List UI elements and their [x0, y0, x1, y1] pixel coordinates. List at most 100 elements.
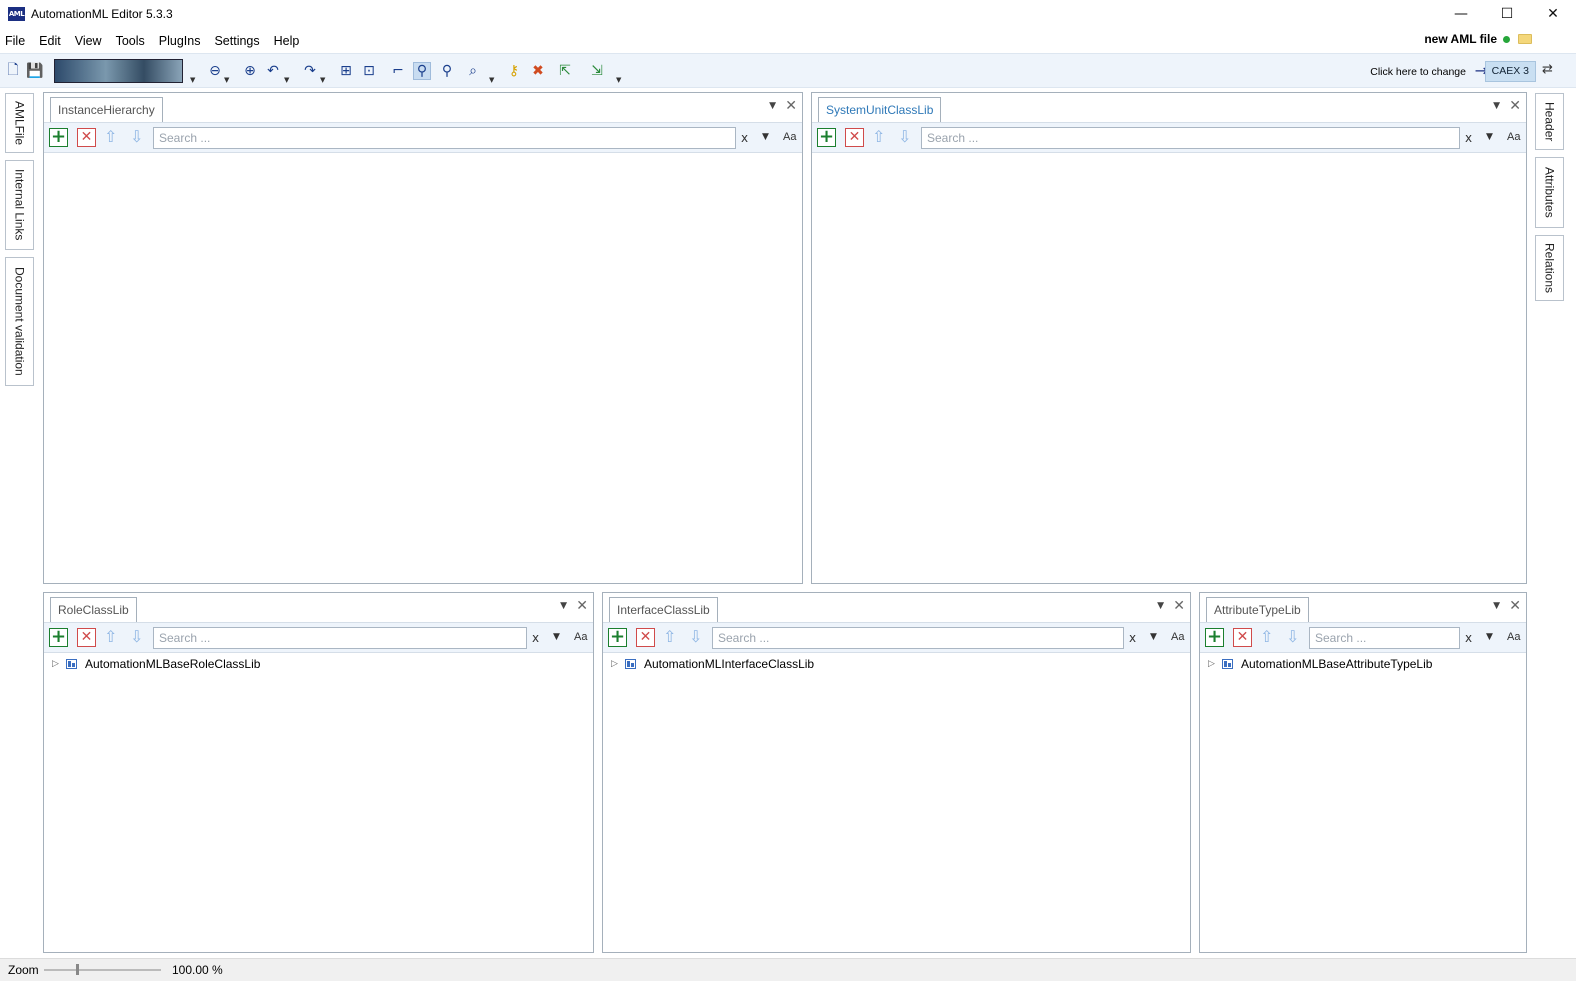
menu-settings[interactable]: Settings: [208, 34, 267, 48]
add-element-icon[interactable]: +: [608, 628, 627, 647]
close-window-button[interactable]: ✕: [1530, 0, 1576, 28]
move-up-icon[interactable]: ⇧: [104, 627, 117, 646]
panel-menu-dropdown-icon[interactable]: ▼: [1493, 101, 1500, 111]
match-case-button[interactable]: Aa: [783, 131, 796, 143]
settings-switch-icon[interactable]: ⇄: [1542, 62, 1558, 78]
undo-dropdown-icon[interactable]: ▼: [284, 76, 289, 84]
clear-search-button[interactable]: x: [741, 131, 748, 145]
search-document-icon[interactable]: ⌕: [464, 62, 482, 80]
match-case-button[interactable]: Aa: [574, 631, 587, 643]
layout-grid-icon[interactable]: ⊞: [337, 62, 355, 80]
filter-icon[interactable]: ⚲: [438, 62, 456, 80]
delete-element-icon[interactable]: ✕: [636, 628, 655, 647]
redo-dropdown-icon[interactable]: ▼: [320, 76, 325, 84]
add-element-icon[interactable]: +: [1205, 628, 1224, 647]
clear-search-button[interactable]: x: [1465, 631, 1472, 645]
menu-tools[interactable]: Tools: [110, 34, 153, 48]
side-tab-document-validation[interactable]: Document validation: [5, 257, 34, 386]
side-tab-amlfile[interactable]: AMLFile: [5, 93, 34, 153]
move-up-icon[interactable]: ⇧: [1260, 627, 1273, 646]
view-selector-image[interactable]: [54, 59, 183, 83]
new-file-icon[interactable]: 🗋: [4, 62, 22, 80]
move-down-icon[interactable]: ⇩: [130, 627, 143, 646]
expand-arrow-icon[interactable]: ▷: [611, 659, 621, 669]
tab-system-unit-class-lib[interactable]: SystemUnitClassLib: [818, 97, 942, 123]
panel-close-icon[interactable]: ✕: [1509, 598, 1521, 614]
match-case-button[interactable]: Aa: [1507, 131, 1520, 143]
back-dropdown-icon[interactable]: ▼: [224, 76, 229, 84]
search-input[interactable]: [153, 127, 736, 149]
move-down-icon[interactable]: ⇩: [689, 627, 702, 646]
panel-close-icon[interactable]: ✕: [1173, 598, 1185, 614]
side-tab-relations[interactable]: Relations: [1535, 235, 1564, 301]
panel-close-icon[interactable]: ✕: [785, 98, 797, 114]
clear-search-button[interactable]: x: [1129, 631, 1136, 645]
panel-menu-dropdown-icon[interactable]: ▼: [769, 101, 776, 111]
expand-arrow-icon[interactable]: ▷: [52, 659, 62, 669]
tab-attribute-type-lib[interactable]: AttributeTypeLib: [1206, 597, 1309, 623]
open-folder-icon[interactable]: [1518, 34, 1532, 44]
search-input[interactable]: [153, 627, 527, 649]
move-down-icon[interactable]: ⇩: [1286, 627, 1299, 646]
delete-element-icon[interactable]: ✕: [845, 128, 864, 147]
minimize-button[interactable]: —: [1438, 0, 1484, 28]
panel-menu-dropdown-icon[interactable]: ▼: [1493, 601, 1500, 611]
view-selector-dropdown-icon[interactable]: ▼: [190, 76, 195, 84]
side-tab-internal-links[interactable]: Internal Links: [5, 160, 34, 250]
search-options-dropdown-icon[interactable]: ▼: [1486, 632, 1493, 642]
move-down-icon[interactable]: ⇩: [130, 127, 143, 146]
side-tab-header[interactable]: Header: [1535, 93, 1564, 150]
zoom-slider-thumb[interactable]: [75, 964, 79, 975]
side-tab-attributes[interactable]: Attributes: [1535, 157, 1564, 228]
export-icon[interactable]: ⇱: [556, 62, 574, 80]
tools-icon[interactable]: ✖: [529, 62, 547, 80]
tab-interface-class-lib[interactable]: InterfaceClassLib: [609, 597, 718, 623]
import-icon[interactable]: ⇲: [588, 62, 606, 80]
search-dropdown-icon[interactable]: ▼: [489, 76, 494, 84]
toolbar-overflow-icon[interactable]: ▼: [616, 76, 621, 84]
panel-close-icon[interactable]: ✕: [576, 598, 588, 614]
tab-instance-hierarchy[interactable]: InstanceHierarchy: [50, 97, 163, 123]
move-up-icon[interactable]: ⇧: [872, 127, 885, 146]
link-tool-icon[interactable]: ⌐: [389, 62, 407, 80]
delete-element-icon[interactable]: ✕: [77, 628, 96, 647]
match-case-button[interactable]: Aa: [1171, 631, 1184, 643]
search-options-dropdown-icon[interactable]: ▼: [762, 132, 769, 142]
tree-view[interactable]: [812, 153, 1526, 583]
tab-role-class-lib[interactable]: RoleClassLib: [50, 597, 137, 623]
move-up-icon[interactable]: ⇧: [104, 127, 117, 146]
expand-arrow-icon[interactable]: ▷: [1208, 659, 1218, 669]
menu-file[interactable]: File: [0, 34, 33, 48]
search-input[interactable]: [1309, 627, 1460, 649]
delete-element-icon[interactable]: ✕: [1233, 628, 1252, 647]
search-options-dropdown-icon[interactable]: ▼: [553, 632, 560, 642]
navigate-back-icon[interactable]: ⊖: [206, 62, 224, 80]
reference-filter-icon[interactable]: ⚲: [413, 62, 431, 80]
maximize-button[interactable]: ☐: [1484, 0, 1530, 28]
search-input[interactable]: [712, 627, 1124, 649]
tree-view[interactable]: [44, 153, 802, 583]
search-options-dropdown-icon[interactable]: ▼: [1150, 632, 1157, 642]
tree-node[interactable]: ▷ AutomationMLBaseRoleClassLib: [52, 657, 260, 671]
menu-edit[interactable]: Edit: [33, 34, 69, 48]
save-icon[interactable]: 💾: [26, 62, 44, 80]
fit-view-icon[interactable]: ⊡: [360, 62, 378, 80]
add-element-icon[interactable]: +: [817, 128, 836, 147]
match-case-button[interactable]: Aa: [1507, 631, 1520, 643]
clear-search-button[interactable]: x: [532, 631, 539, 645]
add-element-icon[interactable]: +: [49, 128, 68, 147]
undo-icon[interactable]: ↶: [264, 62, 282, 80]
menu-help[interactable]: Help: [268, 34, 308, 48]
move-down-icon[interactable]: ⇩: [898, 127, 911, 146]
search-input[interactable]: [921, 127, 1460, 149]
clear-search-button[interactable]: x: [1465, 131, 1472, 145]
navigate-forward-icon[interactable]: ⊕: [241, 62, 259, 80]
search-options-dropdown-icon[interactable]: ▼: [1486, 132, 1493, 142]
key-icon[interactable]: ⚷: [505, 62, 523, 80]
tree-node[interactable]: ▷ AutomationMLBaseAttributeTypeLib: [1208, 657, 1432, 671]
caex-version-button[interactable]: CAEX 3: [1484, 61, 1536, 82]
menu-plugins[interactable]: PlugIns: [153, 34, 209, 48]
add-element-icon[interactable]: +: [49, 628, 68, 647]
panel-menu-dropdown-icon[interactable]: ▼: [1157, 601, 1164, 611]
redo-icon[interactable]: ↷: [301, 62, 319, 80]
